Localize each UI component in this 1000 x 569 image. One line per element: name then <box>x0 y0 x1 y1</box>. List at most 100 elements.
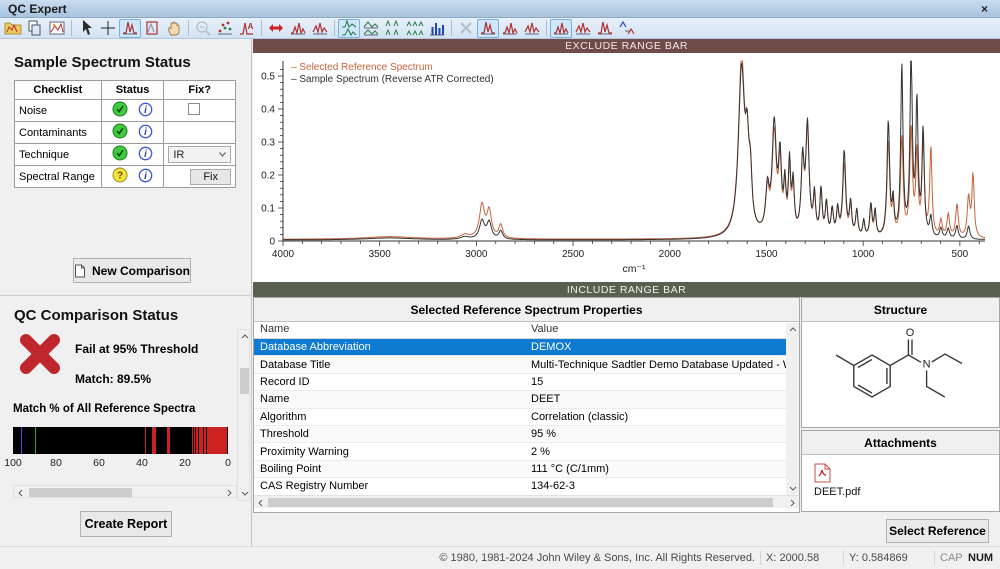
peak-labels-view-button[interactable] <box>594 19 616 38</box>
baseline-view-button[interactable] <box>550 19 572 38</box>
property-row[interactable]: AlgorithmCorrelation (classic) <box>254 409 799 426</box>
status-pass-icon <box>112 123 128 142</box>
technique-dropdown[interactable]: IR <box>168 146 231 163</box>
qc-horizontal-scrollbar[interactable] <box>13 485 237 498</box>
stacked-view-button[interactable] <box>338 19 360 38</box>
scroll-left-icon[interactable] <box>254 496 267 509</box>
histogram-tick-label: 0 <box>225 457 231 469</box>
svg-text:2500: 2500 <box>562 249 585 260</box>
hide-overlay-button[interactable] <box>455 19 477 38</box>
toolbar-separator <box>334 20 335 36</box>
column-value[interactable]: Value <box>525 322 799 338</box>
qc-vertical-scrollbar[interactable] <box>237 329 250 501</box>
peaks-view-button[interactable] <box>572 19 594 38</box>
fix-cell <box>164 100 236 122</box>
property-row[interactable]: Boiling Point111 °C (C/1mm) <box>254 461 799 478</box>
scroll-left-icon[interactable] <box>14 486 27 499</box>
property-row[interactable]: Database TitleMulti-Technique Sadtler De… <box>254 356 799 373</box>
attachment-item[interactable]: DEET.pdf <box>814 463 874 498</box>
flip-horizontal-button[interactable] <box>265 19 287 38</box>
subtract-spectra-button[interactable] <box>309 19 331 38</box>
create-report-button[interactable]: Create Report <box>80 511 172 537</box>
dual-spectrum-view-button[interactable] <box>499 19 521 38</box>
attachments-panel: Attachments DEET.pdf <box>801 430 1000 512</box>
multi-grid-view-button[interactable] <box>404 19 426 38</box>
svg-text:1000: 1000 <box>852 249 875 260</box>
tri-spectrum-view-button[interactable] <box>521 19 543 38</box>
y-coordinate-readout: Y: 0.584869 <box>849 552 929 564</box>
properties-vertical-scrollbar[interactable] <box>786 323 799 495</box>
scroll-up-icon[interactable] <box>786 323 799 336</box>
match-histogram-title: Match % of All Reference Spectra <box>13 403 195 415</box>
checklist-column-header: Status <box>101 81 164 100</box>
transfer-view-button[interactable] <box>616 19 638 38</box>
property-value: 95 % <box>525 428 799 440</box>
copy-button[interactable] <box>24 19 46 38</box>
property-row[interactable]: Record ID15 <box>254 374 799 391</box>
scroll-up-icon[interactable] <box>238 330 251 343</box>
select-reference-button[interactable]: Select Reference <box>886 519 989 543</box>
scroll-down-icon[interactable] <box>238 487 251 500</box>
info-icon[interactable]: i <box>138 124 153 142</box>
open-file-button[interactable] <box>2 19 24 38</box>
checklist-row: Contaminants i <box>15 122 236 144</box>
close-icon[interactable]: × <box>977 2 992 16</box>
histogram-view-button[interactable] <box>426 19 448 38</box>
property-row[interactable]: Proximity Warning2 % <box>254 443 799 460</box>
property-value: 2 % <box>525 446 799 458</box>
svg-text:– Sample Spectrum (Reverse ATR: – Sample Spectrum (Reverse ATR Corrected… <box>291 74 494 85</box>
info-icon[interactable]: i <box>138 168 153 186</box>
fix-checkbox[interactable] <box>188 103 200 115</box>
grid-view-button[interactable] <box>382 19 404 38</box>
info-icon[interactable]: i <box>138 146 153 164</box>
toolbar-separator <box>71 20 72 36</box>
property-row[interactable]: Database AbbreviationDEMOX <box>254 339 799 356</box>
svg-text:3500: 3500 <box>369 249 392 260</box>
toolbar-separator <box>546 20 547 36</box>
overlay-spectra-button[interactable] <box>287 19 309 38</box>
info-icon[interactable]: i <box>138 102 153 120</box>
property-name: Algorithm <box>254 411 525 423</box>
select-cursor-button[interactable] <box>75 19 97 38</box>
new-document-icon <box>74 264 86 278</box>
fix-cell <box>164 122 236 144</box>
scroll-down-icon[interactable] <box>786 482 799 495</box>
split-view-button[interactable] <box>360 19 382 38</box>
scroll-thumb[interactable] <box>268 498 773 507</box>
zoom-out-button[interactable] <box>192 19 214 38</box>
export-image-button[interactable] <box>46 19 68 38</box>
scroll-thumb[interactable] <box>29 488 132 497</box>
checklist-item-label: Contaminants <box>15 122 102 144</box>
include-range-bar[interactable]: INCLUDE RANGE BAR <box>253 282 1000 297</box>
annotate-peak-button[interactable]: A <box>236 19 258 38</box>
column-name[interactable]: Name <box>254 322 525 338</box>
pdf-file-icon <box>814 463 831 483</box>
histogram-line <box>196 427 198 454</box>
property-row[interactable]: CAS Registry Number134-62-3 <box>254 478 799 495</box>
spectrum-plot[interactable]: 4000350030002500200015001000500cm⁻¹00.10… <box>253 53 1000 282</box>
property-row[interactable]: Threshold95 % <box>254 426 799 443</box>
scroll-right-icon[interactable] <box>786 496 799 509</box>
histogram-line <box>225 427 227 454</box>
properties-horizontal-scrollbar[interactable] <box>254 495 799 508</box>
new-comparison-button[interactable]: New Comparison <box>73 258 191 283</box>
checklist-column-header: Checklist <box>15 81 102 100</box>
property-row[interactable]: NameDEET <box>254 391 799 408</box>
num-lock-indicator: NUM <box>968 552 998 564</box>
zoom-range-button[interactable] <box>141 19 163 38</box>
crosshair-tool-button[interactable] <box>97 19 119 38</box>
fix-button[interactable]: Fix <box>190 169 231 185</box>
attachment-filename[interactable]: DEET.pdf <box>814 486 874 498</box>
toolbar-separator <box>188 20 189 36</box>
window-title: QC Expert <box>8 2 977 16</box>
pick-points-button[interactable] <box>214 19 236 38</box>
properties-title: Selected Reference Spectrum Properties <box>254 298 799 322</box>
property-name: Database Abbreviation <box>254 341 525 353</box>
pan-hand-button[interactable] <box>163 19 185 38</box>
scroll-right-icon[interactable] <box>223 486 236 499</box>
zoom-peaks-button[interactable] <box>119 19 141 38</box>
scroll-thumb[interactable] <box>240 368 249 394</box>
property-value: 134-62-3 <box>525 480 799 492</box>
exclude-range-bar[interactable]: EXCLUDE RANGE BAR <box>253 39 1000 53</box>
single-spectrum-view-button[interactable] <box>477 19 499 38</box>
